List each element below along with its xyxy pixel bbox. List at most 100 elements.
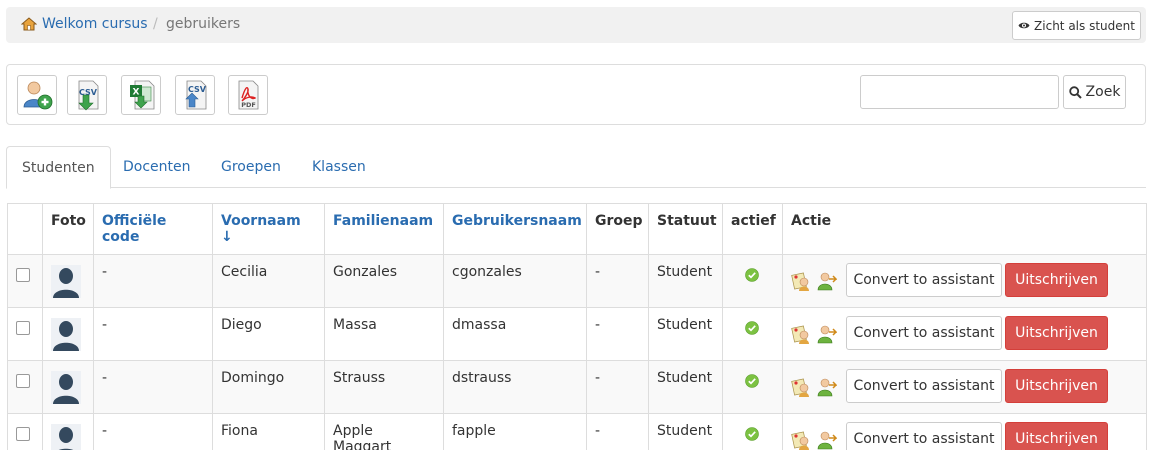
user-avatar-icon xyxy=(51,318,81,351)
header-official-code[interactable]: Officiële code xyxy=(93,203,213,255)
row-checkbox[interactable] xyxy=(16,427,30,441)
row-photo-cell xyxy=(42,254,94,308)
table-row: - Fiona Apple Maggart fapple - Student C… xyxy=(7,413,1147,450)
row-photo-cell xyxy=(42,413,94,450)
row-checkbox[interactable] xyxy=(16,374,30,388)
user-switch-icon[interactable] xyxy=(817,430,837,450)
row-group: - xyxy=(586,254,649,308)
row-checkbox[interactable] xyxy=(16,268,30,282)
user-switch-icon[interactable] xyxy=(817,324,837,344)
active-check-icon[interactable] xyxy=(745,268,759,282)
user-details-icon[interactable] xyxy=(791,430,811,450)
row-action-cell: Convert to assistant Uitschrijven xyxy=(782,307,1147,361)
toolbar: CSV X CSV PDF Zoek xyxy=(6,64,1146,125)
table-row: - Diego Massa dmassa - Student Convert t… xyxy=(7,307,1147,361)
row-official-code: - xyxy=(93,307,213,361)
users-table: Foto Officiële code Voornaam ↓ Familiena… xyxy=(7,203,1147,450)
convert-to-assistant-button[interactable]: Convert to assistant xyxy=(846,369,1002,403)
header-username[interactable]: Gebruikersnaam xyxy=(443,203,587,255)
search-input[interactable] xyxy=(860,75,1059,109)
eye-icon xyxy=(1018,22,1030,29)
row-username: dstrauss xyxy=(443,360,587,414)
row-checkbox[interactable] xyxy=(16,321,30,335)
header-select xyxy=(7,203,43,255)
row-active-cell xyxy=(722,360,783,414)
breadcrumb: Welkom cursus / gebruikers Zicht als stu… xyxy=(6,7,1146,43)
row-lastname: Apple Maggart xyxy=(324,413,444,450)
row-action-cell: Convert to assistant Uitschrijven xyxy=(782,254,1147,308)
convert-to-assistant-button[interactable]: Convert to assistant xyxy=(846,263,1002,297)
header-firstname[interactable]: Voornaam ↓ xyxy=(212,203,325,255)
row-select-cell xyxy=(7,413,43,450)
unsubscribe-button[interactable]: Uitschrijven xyxy=(1005,369,1108,403)
row-status: Student xyxy=(648,254,723,308)
row-firstname: Cecilia xyxy=(212,254,325,308)
row-firstname: Domingo xyxy=(212,360,325,414)
active-check-icon[interactable] xyxy=(745,374,759,388)
unsubscribe-button[interactable]: Uitschrijven xyxy=(1005,422,1108,450)
row-status: Student xyxy=(648,307,723,361)
export-csv-button[interactable]: CSV xyxy=(67,75,107,115)
row-select-cell xyxy=(7,360,43,414)
row-lastname: Massa xyxy=(324,307,444,361)
add-user-button[interactable] xyxy=(17,75,57,115)
user-avatar-icon xyxy=(51,371,81,404)
convert-to-assistant-button[interactable]: Convert to assistant xyxy=(846,316,1002,350)
row-group: - xyxy=(586,360,649,414)
header-lastname[interactable]: Familienaam xyxy=(324,203,444,255)
row-status: Student xyxy=(648,360,723,414)
user-details-icon[interactable] xyxy=(791,324,811,344)
search-button-label: Zoek xyxy=(1085,84,1121,100)
active-check-icon[interactable] xyxy=(745,321,759,335)
user-switch-icon[interactable] xyxy=(817,377,837,397)
unsubscribe-button[interactable]: Uitschrijven xyxy=(1005,316,1108,350)
user-details-icon[interactable] xyxy=(791,377,811,397)
user-switch-icon[interactable] xyxy=(817,271,837,291)
import-csv-button[interactable]: CSV xyxy=(175,75,215,115)
convert-to-assistant-button[interactable]: Convert to assistant xyxy=(846,422,1002,450)
row-username: fapple xyxy=(443,413,587,450)
user-tabs: Studenten Docenten Groepen Klassen xyxy=(6,146,1146,189)
home-icon[interactable] xyxy=(21,17,37,31)
row-photo-cell xyxy=(42,307,94,361)
row-select-cell xyxy=(7,307,43,361)
breadcrumb-current: gebruikers xyxy=(166,16,241,32)
row-official-code: - xyxy=(93,360,213,414)
row-username: dmassa xyxy=(443,307,587,361)
table-row: - Domingo Strauss dstrauss - Student Con… xyxy=(7,360,1147,414)
row-photo-cell xyxy=(42,360,94,414)
user-avatar-icon xyxy=(51,424,81,450)
breadcrumb-separator: / xyxy=(153,16,158,32)
user-details-icon[interactable] xyxy=(791,271,811,291)
unsubscribe-button[interactable]: Uitschrijven xyxy=(1005,263,1108,297)
search-button[interactable]: Zoek xyxy=(1063,75,1126,109)
tab-groepen[interactable]: Groepen xyxy=(206,146,296,188)
row-lastname: Gonzales xyxy=(324,254,444,308)
csv-import-icon: CSV xyxy=(185,80,207,110)
row-firstname: Fiona xyxy=(212,413,325,450)
table-row: - Cecilia Gonzales cgonzales - Student C… xyxy=(7,254,1147,308)
row-active-cell xyxy=(722,413,783,450)
tab-klassen[interactable]: Klassen xyxy=(297,146,381,188)
svg-text:CSV: CSV xyxy=(188,85,207,94)
active-check-icon[interactable] xyxy=(745,427,759,441)
student-view-button[interactable]: Zicht als student xyxy=(1012,11,1141,40)
tab-docenten[interactable]: Docenten xyxy=(108,146,206,188)
header-photo: Foto xyxy=(42,203,94,255)
row-select-cell xyxy=(7,254,43,308)
row-username: cgonzales xyxy=(443,254,587,308)
row-official-code: - xyxy=(93,254,213,308)
pdf-export-icon: PDF xyxy=(238,80,259,110)
user-avatar-icon xyxy=(51,265,81,298)
export-pdf-button[interactable]: PDF xyxy=(228,75,268,115)
breadcrumb-link-course[interactable]: Welkom cursus xyxy=(42,16,148,32)
tab-studenten[interactable]: Studenten xyxy=(6,146,111,189)
header-active: actief xyxy=(722,203,783,255)
header-action: Actie xyxy=(782,203,1147,255)
row-group: - xyxy=(586,307,649,361)
row-action-cell: Convert to assistant Uitschrijven xyxy=(782,360,1147,414)
export-xls-button[interactable]: X xyxy=(121,75,161,115)
row-official-code: - xyxy=(93,413,213,450)
excel-export-icon: X xyxy=(130,80,155,110)
row-firstname: Diego xyxy=(212,307,325,361)
